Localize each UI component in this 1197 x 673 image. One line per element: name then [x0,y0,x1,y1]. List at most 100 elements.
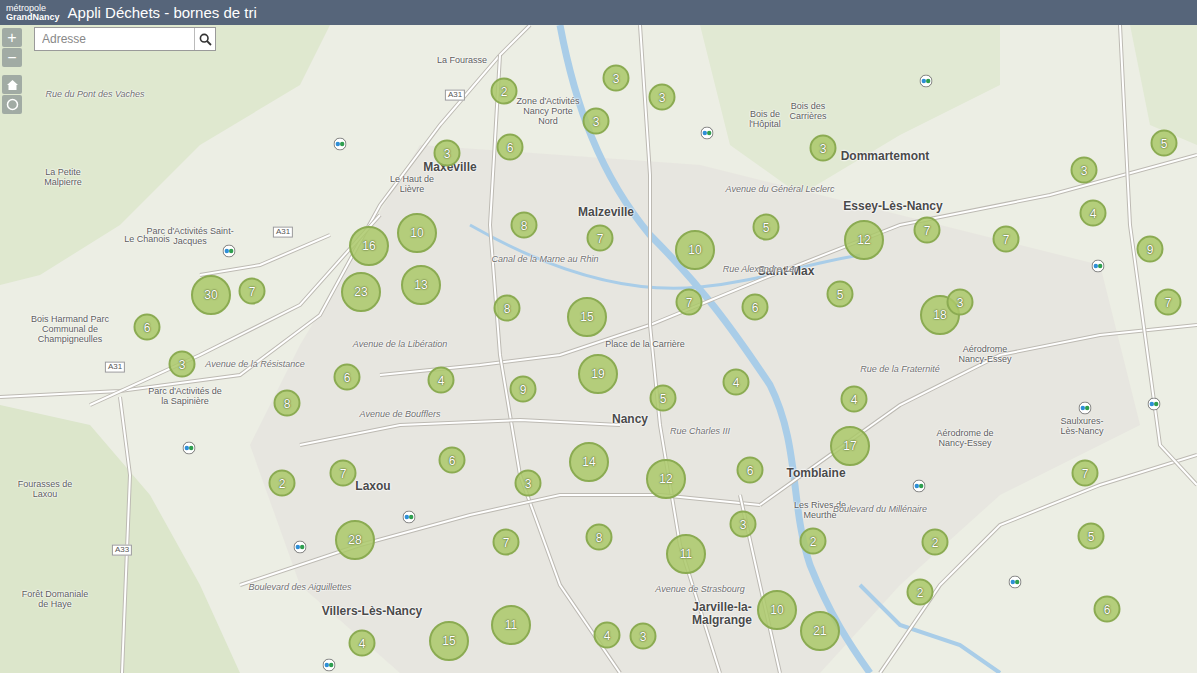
cluster-marker[interactable]: 8 [511,212,538,239]
address-input[interactable] [35,28,194,50]
cluster-marker[interactable]: 5 [650,385,677,412]
map-label: Fourasses de Laxou [15,480,75,500]
cluster-marker[interactable]: 7 [330,460,357,487]
cluster-marker[interactable]: 6 [439,447,466,474]
cluster-marker[interactable]: 19 [578,354,618,394]
map[interactable]: La FourasseMaxevilleMalzevilleDommartemo… [0,25,1197,673]
cluster-marker[interactable]: 21 [800,611,840,651]
recycling-point-icon[interactable] [323,659,336,672]
cluster-marker[interactable]: 2 [269,470,296,497]
recycling-point-icon[interactable] [920,75,933,88]
cluster-marker[interactable]: 7 [1072,460,1099,487]
recycling-point-icon[interactable] [294,541,307,554]
cluster-marker[interactable]: 7 [676,289,703,316]
map-label: Tomblaine [786,467,845,480]
recycling-point-icon[interactable] [1009,576,1022,589]
cluster-marker[interactable]: 2 [491,78,518,105]
map-label: Rue de la Fraternité [860,365,940,375]
home-button[interactable] [2,75,22,94]
cluster-marker[interactable]: 5 [753,214,780,241]
cluster-marker[interactable]: 5 [827,281,854,308]
cluster-marker[interactable]: 5 [1151,130,1178,157]
cluster-marker[interactable]: 10 [397,213,437,253]
cluster-marker[interactable]: 3 [730,511,757,538]
cluster-marker[interactable]: 16 [349,226,389,266]
locate-button[interactable] [2,95,22,114]
cluster-marker[interactable]: 11 [491,605,531,645]
cluster-marker[interactable]: 14 [569,442,609,482]
cluster-marker[interactable]: 13 [401,265,441,305]
cluster-marker[interactable]: 6 [334,364,361,391]
cluster-marker[interactable]: 9 [1137,236,1164,263]
cluster-marker[interactable]: 3 [649,84,676,111]
cluster-marker[interactable]: 4 [841,386,868,413]
cluster-marker[interactable]: 2 [907,579,934,606]
recycling-point-icon[interactable] [1148,398,1161,411]
zoom-in-button[interactable]: + [2,28,22,47]
cluster-marker[interactable]: 7 [493,529,520,556]
cluster-marker[interactable]: 23 [341,272,381,312]
cluster-marker[interactable]: 11 [666,534,706,574]
recycling-point-icon[interactable] [183,442,196,455]
cluster-marker[interactable]: 4 [594,622,621,649]
recycling-point-icon[interactable] [223,245,236,258]
cluster-marker[interactable]: 7 [587,225,614,252]
cluster-marker[interactable]: 4 [723,369,750,396]
cluster-marker[interactable]: 6 [742,294,769,321]
map-label: Parc d'Activités Saint-Jacques [140,227,240,247]
cluster-marker[interactable]: 28 [335,520,375,560]
cluster-marker[interactable]: 3 [947,289,974,316]
recycling-point-icon[interactable] [913,480,926,493]
recycling-point-icon[interactable] [334,138,347,151]
recycling-point-icon[interactable] [1092,260,1105,273]
cluster-marker[interactable]: 10 [757,590,797,630]
cluster-marker[interactable]: 7 [1155,289,1182,316]
map-label: Essey-Lès-Nancy [843,200,942,213]
cluster-marker[interactable]: 17 [830,426,870,466]
cluster-marker[interactable]: 3 [1071,157,1098,184]
cluster-marker[interactable]: 8 [494,295,521,322]
map-label: A33 [112,545,132,556]
cluster-marker[interactable]: 15 [567,297,607,337]
cluster-marker[interactable]: 6 [134,314,161,341]
cluster-marker[interactable]: 15 [429,621,469,661]
cluster-marker[interactable]: 10 [675,230,715,270]
cluster-marker[interactable]: 2 [800,528,827,555]
cluster-marker[interactable]: 12 [844,220,884,260]
cluster-marker[interactable]: 3 [630,623,657,650]
cluster-marker[interactable]: 6 [1094,596,1121,623]
cluster-marker[interactable]: 3 [583,108,610,135]
map-label: Rue du Pont des Vaches [45,90,144,100]
map-label: Avenue de Strasbourg [655,585,744,595]
cluster-marker[interactable]: 6 [497,134,524,161]
cluster-marker[interactable]: 3 [169,351,196,378]
cluster-marker[interactable]: 7 [914,217,941,244]
cluster-marker[interactable]: 8 [586,524,613,551]
magnifier-icon [199,33,212,46]
cluster-marker[interactable]: 12 [646,459,686,499]
cluster-marker[interactable]: 3 [810,135,837,162]
cluster-marker[interactable]: 2 [922,529,949,556]
cluster-marker[interactable]: 3 [515,470,542,497]
cluster-marker[interactable]: 30 [191,275,231,315]
cluster-marker[interactable]: 7 [239,278,266,305]
cluster-marker[interactable]: 4 [428,367,455,394]
cluster-marker[interactable]: 3 [434,140,461,167]
recycling-point-icon[interactable] [701,127,714,140]
cluster-marker[interactable]: 7 [993,226,1020,253]
cluster-marker[interactable]: 6 [737,457,764,484]
cluster-marker[interactable]: 9 [510,376,537,403]
app-title: Appli Déchets - bornes de tri [68,4,257,21]
cluster-marker[interactable]: 4 [349,630,376,657]
map-label: Rue Alexandre 1er [723,265,798,275]
recycling-point-icon[interactable] [403,511,416,524]
map-label: Malzeville [578,206,634,219]
recycling-point-icon[interactable] [1079,402,1092,415]
cluster-marker[interactable]: 5 [1078,523,1105,550]
home-icon [6,79,19,91]
cluster-marker[interactable]: 4 [1080,200,1107,227]
zoom-out-button[interactable]: − [2,48,22,67]
cluster-marker[interactable]: 8 [274,390,301,417]
search-button[interactable] [194,28,215,50]
cluster-marker[interactable]: 3 [603,65,630,92]
